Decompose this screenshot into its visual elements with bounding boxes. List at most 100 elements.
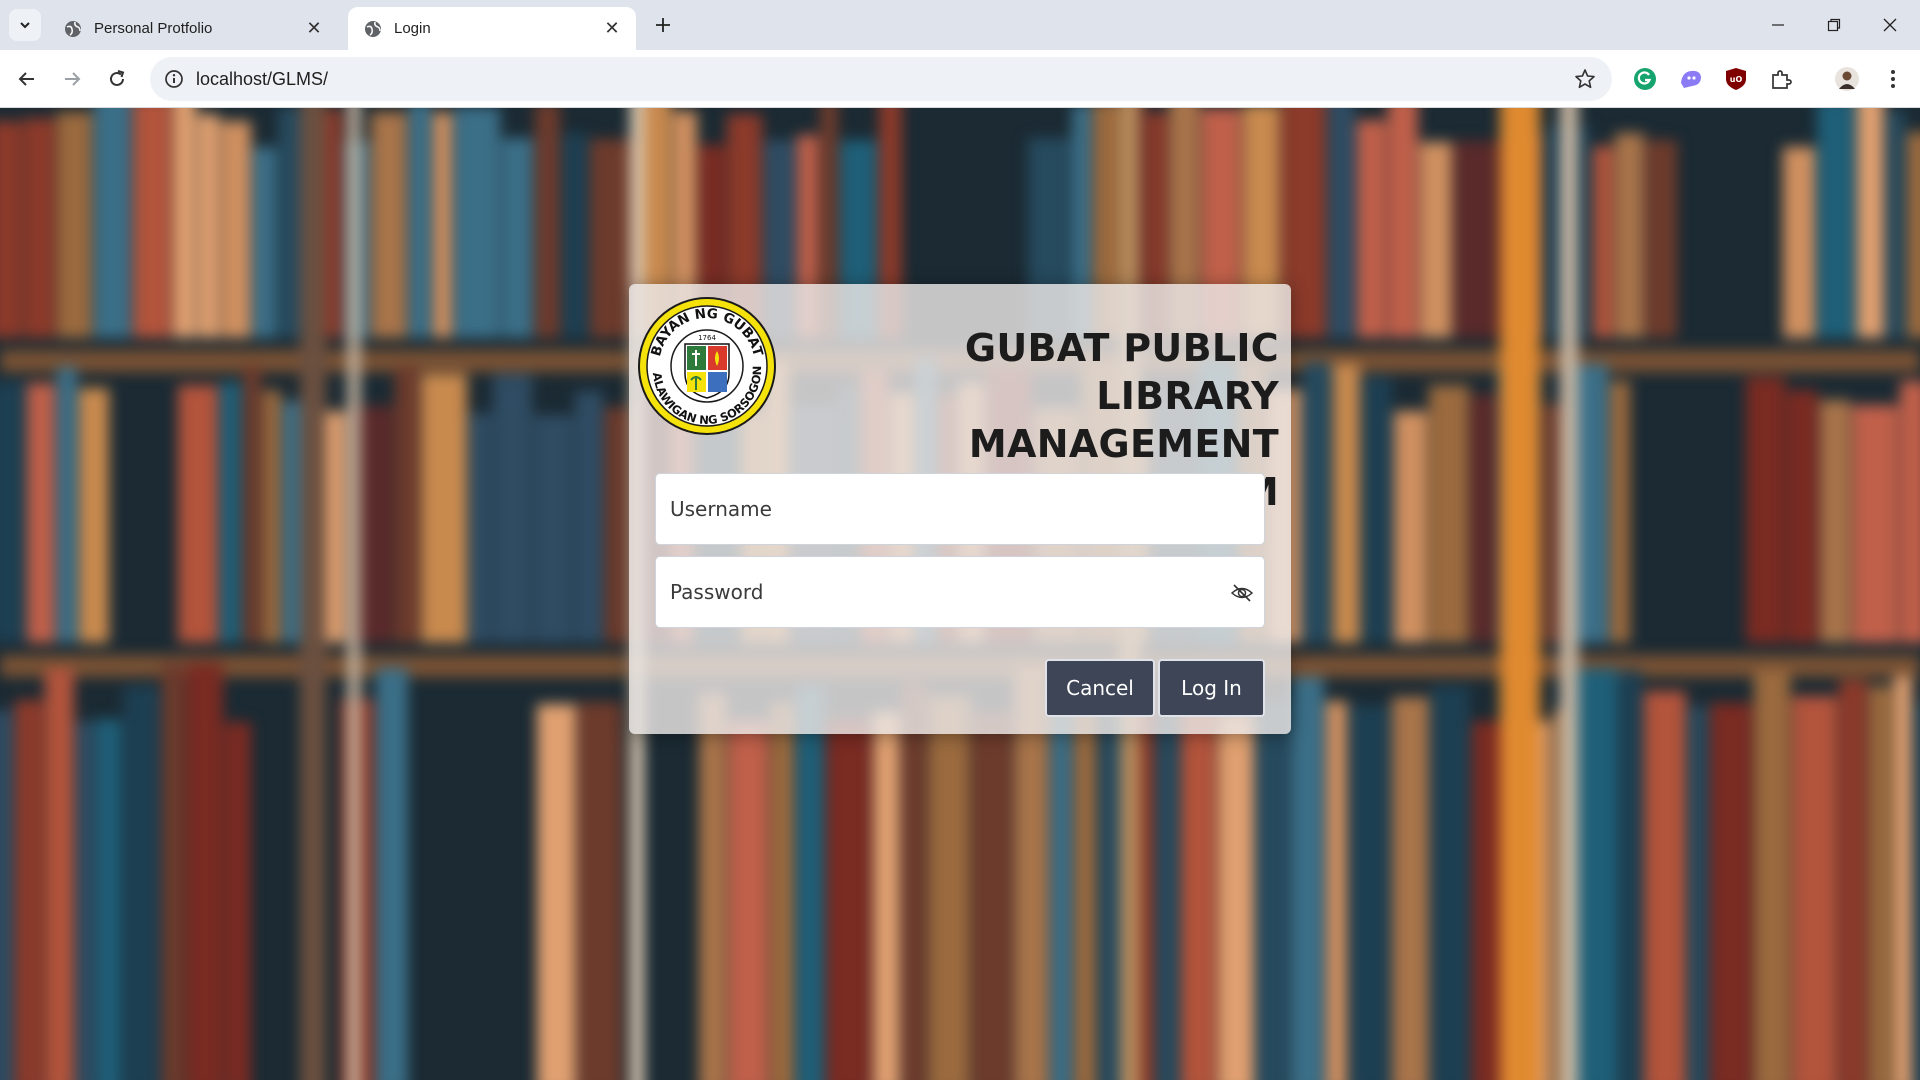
puzzle-icon[interactable] — [1768, 66, 1794, 92]
background-book — [469, 413, 491, 643]
background-book — [221, 121, 251, 338]
background-book — [1914, 702, 1920, 1080]
background-shelf-post — [348, 108, 360, 1080]
plus-icon — [656, 18, 670, 32]
minimize-icon — [1772, 24, 1784, 26]
background-book — [535, 108, 560, 338]
eye-slash-icon[interactable] — [1230, 581, 1254, 605]
seal-year: 1764 — [698, 334, 716, 342]
minimize-button[interactable] — [1750, 0, 1806, 50]
background-book — [253, 147, 276, 338]
background-book — [728, 721, 769, 1080]
background-book — [94, 108, 131, 338]
background-book — [1218, 713, 1254, 1080]
reload-button[interactable] — [100, 62, 134, 96]
background-book — [562, 133, 588, 338]
tab-title: Login — [394, 20, 431, 37]
background-shelf-post — [300, 108, 326, 1080]
background-book — [1857, 108, 1884, 338]
background-book — [0, 710, 13, 1080]
background-book — [1349, 705, 1390, 1080]
background-book — [493, 374, 532, 643]
background-book — [1303, 362, 1331, 643]
ublock-icon[interactable]: uO — [1723, 66, 1749, 92]
restore-button[interactable] — [1806, 0, 1862, 50]
username-placeholder: Username — [670, 497, 772, 521]
background-book — [225, 722, 251, 1080]
background-book — [376, 668, 408, 1080]
forward-button[interactable] — [55, 62, 89, 96]
municipal-seal-logo: BAYAN NG GUBAT LALAWIGAN NG SORSOGON 176… — [637, 296, 776, 435]
background-book — [15, 700, 43, 1080]
close-tab-icon[interactable]: ✕ — [602, 18, 622, 39]
background-book — [454, 108, 500, 338]
background-book — [1894, 676, 1912, 1080]
background-book — [1420, 142, 1452, 338]
close-tab-icon[interactable]: ✕ — [304, 18, 324, 39]
username-field[interactable]: Username — [655, 473, 1265, 545]
background-book — [24, 118, 55, 338]
background-book — [1431, 686, 1470, 1080]
background-book — [186, 663, 223, 1080]
background-book — [76, 721, 94, 1080]
background-book — [1357, 120, 1386, 338]
kebab-menu-icon[interactable] — [1880, 66, 1906, 92]
background-book — [0, 121, 22, 338]
background-book — [371, 112, 407, 338]
title-line-1: GUBAT PUBLIC LIBRARY — [964, 326, 1279, 418]
background-book — [1792, 696, 1837, 1080]
background-book — [173, 108, 196, 338]
new-tab-button[interactable] — [650, 12, 676, 38]
info-icon[interactable] — [164, 69, 184, 89]
background-book — [96, 719, 121, 1080]
background-book — [699, 693, 726, 1080]
cancel-button[interactable]: Cancel — [1045, 659, 1155, 717]
grammarly-icon[interactable] — [1632, 66, 1658, 92]
background-book — [1328, 108, 1355, 338]
avatar-icon[interactable] — [1834, 66, 1860, 92]
tab-personal-portfolio[interactable]: Personal Protfolio ✕ — [48, 7, 338, 50]
background-book — [45, 668, 74, 1080]
background-book — [123, 686, 160, 1080]
restore-icon — [1827, 18, 1841, 32]
background-book — [0, 381, 25, 643]
close-icon — [1883, 18, 1897, 32]
background-book — [1783, 147, 1815, 338]
background-book — [1869, 686, 1892, 1080]
background-shelf-post — [1560, 108, 1578, 1080]
background-book — [1644, 691, 1686, 1080]
background-shelf-post — [1500, 108, 1540, 1080]
close-window-button[interactable] — [1862, 0, 1918, 50]
background-book — [502, 138, 533, 338]
star-icon[interactable] — [1574, 68, 1596, 90]
back-button[interactable] — [10, 62, 44, 96]
background-book — [1573, 668, 1618, 1080]
background-book — [972, 713, 1012, 1080]
background-book — [1333, 364, 1360, 643]
background-book — [1646, 140, 1677, 338]
background-book — [575, 391, 603, 643]
tab-login[interactable]: Login ✕ — [348, 7, 636, 50]
background-book — [1362, 376, 1392, 643]
reload-icon — [110, 70, 125, 86]
ai-extension-icon[interactable] — [1678, 66, 1704, 92]
background-book — [421, 374, 467, 643]
password-field[interactable]: Password — [655, 556, 1265, 628]
background-book — [1256, 700, 1289, 1080]
background-book — [1471, 394, 1496, 643]
background-book — [57, 367, 77, 643]
background-book — [902, 683, 926, 1080]
login-card: BAYAN NG GUBAT LALAWIGAN NG SORSOGON 176… — [629, 284, 1291, 734]
background-book — [1392, 697, 1429, 1080]
address-bar[interactable]: localhost/GLMS/ — [150, 57, 1612, 101]
background-book — [873, 712, 900, 1080]
background-book — [1688, 706, 1708, 1080]
globe-icon — [65, 20, 81, 37]
background-book — [1820, 400, 1850, 643]
background-book — [1454, 141, 1501, 338]
tab-search-button[interactable] — [9, 9, 41, 41]
background-book — [534, 415, 573, 643]
login-button[interactable]: Log In — [1158, 659, 1265, 717]
background-book — [433, 112, 452, 338]
arrow-left-icon — [18, 72, 34, 86]
